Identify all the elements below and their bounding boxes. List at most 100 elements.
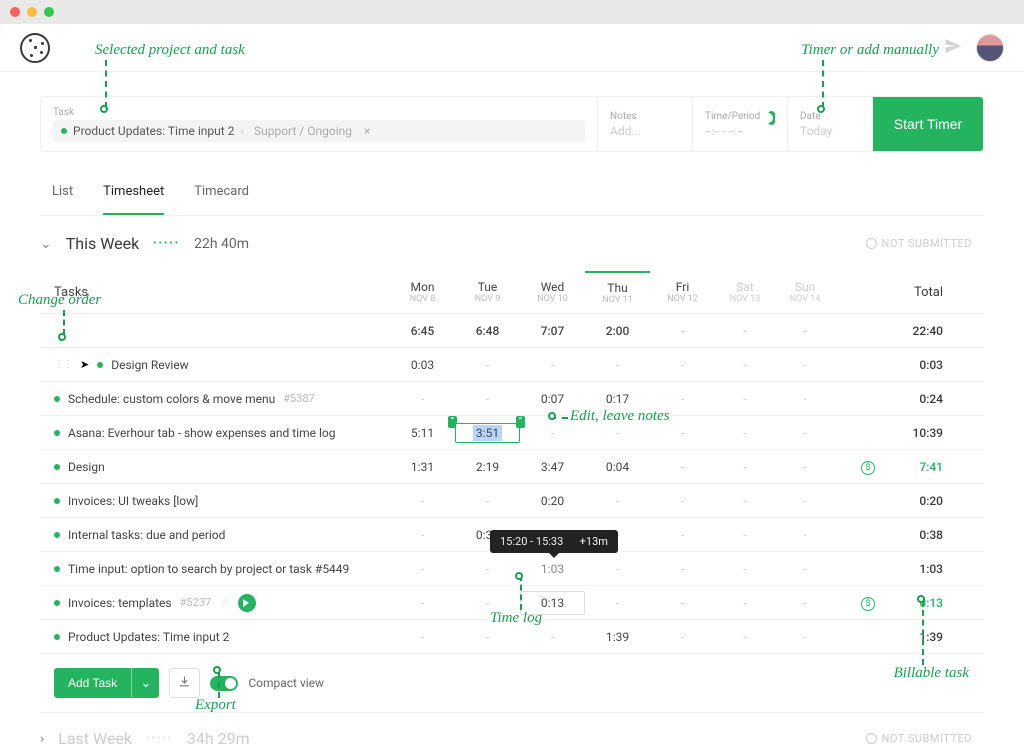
note-badge-icon[interactable]: ”: [516, 416, 525, 428]
time-cell[interactable]: -: [650, 422, 715, 444]
time-cell[interactable]: -: [650, 456, 715, 478]
time-cell[interactable]: -: [390, 388, 455, 410]
time-cell[interactable]: -: [520, 422, 585, 444]
time-cell[interactable]: -: [650, 592, 715, 614]
time-cell[interactable]: -: [520, 626, 585, 648]
export-button[interactable]: [169, 668, 200, 698]
time-cell[interactable]: 2:19: [455, 456, 520, 478]
time-cell[interactable]: 0:20: [520, 490, 585, 512]
user-avatar[interactable]: [976, 34, 1004, 62]
time-cell[interactable]: -: [715, 456, 775, 478]
time-cell[interactable]: 0:07: [520, 388, 585, 410]
time-cell[interactable]: -: [455, 354, 520, 376]
time-cell[interactable]: -: [775, 456, 835, 478]
time-cell[interactable]: -: [715, 592, 775, 614]
time-cell[interactable]: -: [775, 524, 835, 546]
maximize-window-dot[interactable]: [44, 7, 54, 17]
time-cell[interactable]: -: [775, 558, 835, 580]
time-cell[interactable]: -: [715, 558, 775, 580]
app-logo[interactable]: [20, 33, 50, 63]
time-cell[interactable]: -: [585, 490, 650, 512]
row-total: 0:03: [875, 358, 955, 372]
star-icon[interactable]: ☆: [219, 596, 230, 610]
time-cell[interactable]: -: [650, 490, 715, 512]
notes-input[interactable]: Add...: [610, 124, 680, 138]
row-total: 1:03: [875, 562, 955, 576]
time-cell[interactable]: -: [775, 592, 835, 614]
time-cell[interactable]: -: [715, 490, 775, 512]
time-cell[interactable]: 15:20 - 15:33 +13m1:03: [520, 558, 585, 580]
time-cell[interactable]: -: [775, 422, 835, 444]
date-input[interactable]: Today: [800, 124, 860, 138]
tab-list[interactable]: List: [52, 170, 73, 215]
time-cell[interactable]: -: [715, 524, 775, 546]
time-cell[interactable]: ”3:51: [455, 423, 520, 443]
time-cell[interactable]: 1:39: [585, 626, 650, 648]
play-icon[interactable]: [238, 594, 256, 612]
time-cell[interactable]: -: [775, 354, 835, 376]
time-cell[interactable]: -: [455, 490, 520, 512]
tab-timesheet[interactable]: Timesheet: [103, 170, 164, 215]
selected-task-chip[interactable]: Product Updates: Time input 2 › Support …: [53, 120, 585, 142]
time-cell[interactable]: -: [455, 388, 520, 410]
drag-handle-icon[interactable]: ⋮⋮: [54, 359, 72, 370]
time-cell[interactable]: -: [650, 524, 715, 546]
time-cell[interactable]: -: [455, 626, 520, 648]
task-name-label[interactable]: Schedule: custom colors & move menu: [68, 392, 275, 406]
time-cell[interactable]: -: [650, 558, 715, 580]
time-cell[interactable]: -: [650, 388, 715, 410]
time-cell[interactable]: 1:31: [390, 456, 455, 478]
time-cell[interactable]: -: [390, 524, 455, 546]
time-cell[interactable]: -: [520, 354, 585, 376]
close-window-dot[interactable]: [10, 7, 20, 17]
time-cell[interactable]: -: [715, 388, 775, 410]
time-cell[interactable]: -: [775, 490, 835, 512]
time-cell[interactable]: -: [390, 626, 455, 648]
time-cell[interactable]: 0:03: [390, 354, 455, 376]
add-task-dropdown[interactable]: ⌄: [131, 668, 159, 698]
task-name-label[interactable]: Asana: Everhour tab - show expenses and …: [68, 426, 336, 440]
time-cell[interactable]: -: [585, 354, 650, 376]
time-cell[interactable]: -: [650, 354, 715, 376]
time-cell[interactable]: -: [715, 626, 775, 648]
time-cell[interactable]: -: [775, 388, 835, 410]
time-cell[interactable]: -: [585, 422, 650, 444]
total-column-header: Total: [875, 277, 955, 308]
time-cell[interactable]: -: [715, 354, 775, 376]
collapse-last-week-icon[interactable]: ›: [40, 731, 44, 747]
remove-chip-icon[interactable]: ×: [364, 124, 370, 138]
time-cell[interactable]: -: [775, 626, 835, 648]
time-mode-toggle[interactable]: [768, 111, 775, 125]
minimize-window-dot[interactable]: [27, 7, 37, 17]
time-cell[interactable]: 3:47: [520, 456, 585, 478]
time-input[interactable]: --:-- - --:--: [705, 125, 775, 138]
time-cell[interactable]: 0:04: [585, 456, 650, 478]
add-task-button[interactable]: Add Task: [54, 668, 131, 698]
time-cell[interactable]: -: [455, 558, 520, 580]
tab-timecard[interactable]: Timecard: [194, 170, 249, 215]
time-cell[interactable]: 0:13: [520, 591, 585, 615]
notifications-icon[interactable]: [944, 37, 962, 59]
task-name-label[interactable]: Time input: option to search by project …: [68, 562, 349, 576]
project-dot-icon: [54, 600, 60, 606]
time-cell[interactable]: 5:11”: [390, 422, 455, 444]
time-cell[interactable]: 0:17: [585, 388, 650, 410]
compact-view-toggle[interactable]: [210, 676, 238, 691]
task-name-label[interactable]: Invoices: templates: [68, 596, 172, 610]
time-cell[interactable]: -: [390, 592, 455, 614]
time-cell[interactable]: -: [585, 558, 650, 580]
time-cell[interactable]: -: [390, 490, 455, 512]
collapse-week-icon[interactable]: ⌄: [40, 236, 52, 252]
time-cell[interactable]: -: [715, 422, 775, 444]
task-row: ⋮⋮➤Design Review0:03------0:03: [40, 348, 984, 382]
time-cell[interactable]: -: [585, 592, 650, 614]
task-name-label[interactable]: Design Review: [111, 358, 188, 372]
time-cell[interactable]: -: [650, 626, 715, 648]
time-cell[interactable]: -: [455, 592, 520, 614]
task-name-label[interactable]: Design: [68, 460, 105, 474]
task-name-label[interactable]: Invoices: UI tweaks [low]: [68, 494, 198, 508]
task-name-label[interactable]: Product Updates: Time input 2: [68, 630, 229, 644]
start-timer-button[interactable]: Start Timer: [873, 97, 983, 151]
task-name-label[interactable]: Internal tasks: due and period: [68, 528, 225, 542]
time-cell[interactable]: -: [390, 558, 455, 580]
